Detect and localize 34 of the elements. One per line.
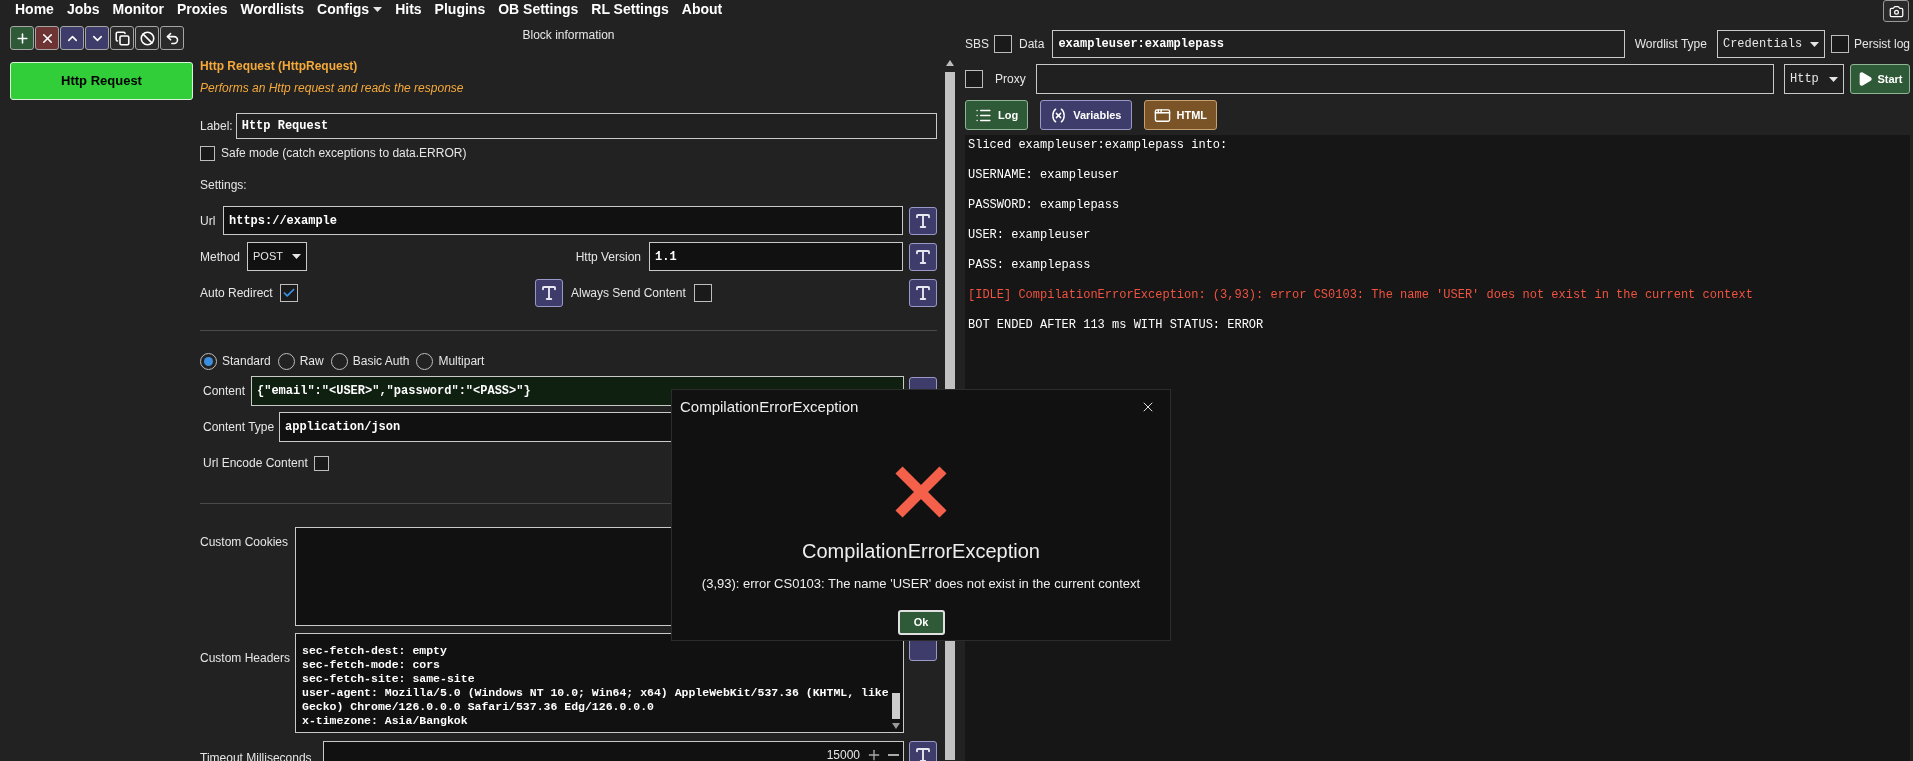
log-line: [IDLE] CompilationErrorException: (3,93): error CS0103: The name 'USER' does not exist in the current context — [968, 287, 1753, 303]
section-heading: Settings: — [200, 177, 247, 194]
field-label: Custom Headers — [200, 650, 292, 667]
field-label: Data — [1019, 36, 1045, 53]
checkbox-label: Url Encode Content — [203, 455, 308, 472]
checkbox-label: Auto Redirect — [200, 284, 274, 302]
log-line: USERNAME: exampleuser — [968, 167, 1120, 183]
field-label: Content Type — [202, 419, 276, 436]
field-label: Url — [200, 212, 217, 230]
panel-heading: Block information — [522, 27, 615, 44]
log-line: PASSWORD: examplepass — [968, 197, 1120, 213]
header-line: sec-fetch-mode: cors — [302, 658, 442, 672]
field-label: Method — [200, 248, 242, 266]
field-label: Content — [202, 383, 247, 400]
checkbox-label: SBS — [965, 36, 989, 53]
log-line: USER: exampleuser — [968, 227, 1091, 243]
dialog-message: (3,93): error CS0103: The name 'USER' does not exist in the current context — [701, 575, 1141, 593]
block-description: Performs an Http request and reads the response — [200, 80, 464, 97]
dialog-heading: CompilationErrorException — [802, 539, 1040, 564]
field-label: Http Version — [575, 248, 641, 266]
field-label: Wordlist Type — [1634, 36, 1707, 53]
log-line: Sliced exampleuser:examplepass into: — [968, 137, 1228, 153]
header-line: sec-fetch-dest: empty — [302, 644, 448, 658]
field-label: Custom Cookies — [200, 534, 290, 551]
checkbox-label: Always Send Content — [571, 284, 687, 302]
field-label: Label: — [200, 118, 233, 135]
log-line: PASS: examplepass — [968, 257, 1091, 273]
header-line: x-timezone: Asia/Bangkok — [302, 714, 469, 728]
checkbox-label: Persist log — [1853, 36, 1910, 53]
checkbox-label: Safe mode (catch exceptions to data.ERROR) — [221, 145, 467, 162]
header-line: sec-fetch-site: same-site — [302, 672, 476, 686]
block-title: Http Request (HttpRequest) — [200, 58, 358, 75]
log-line: BOT ENDED AFTER 113 ms WITH STATUS: ERROR — [968, 317, 1264, 333]
field-label: Proxy — [995, 71, 1026, 88]
